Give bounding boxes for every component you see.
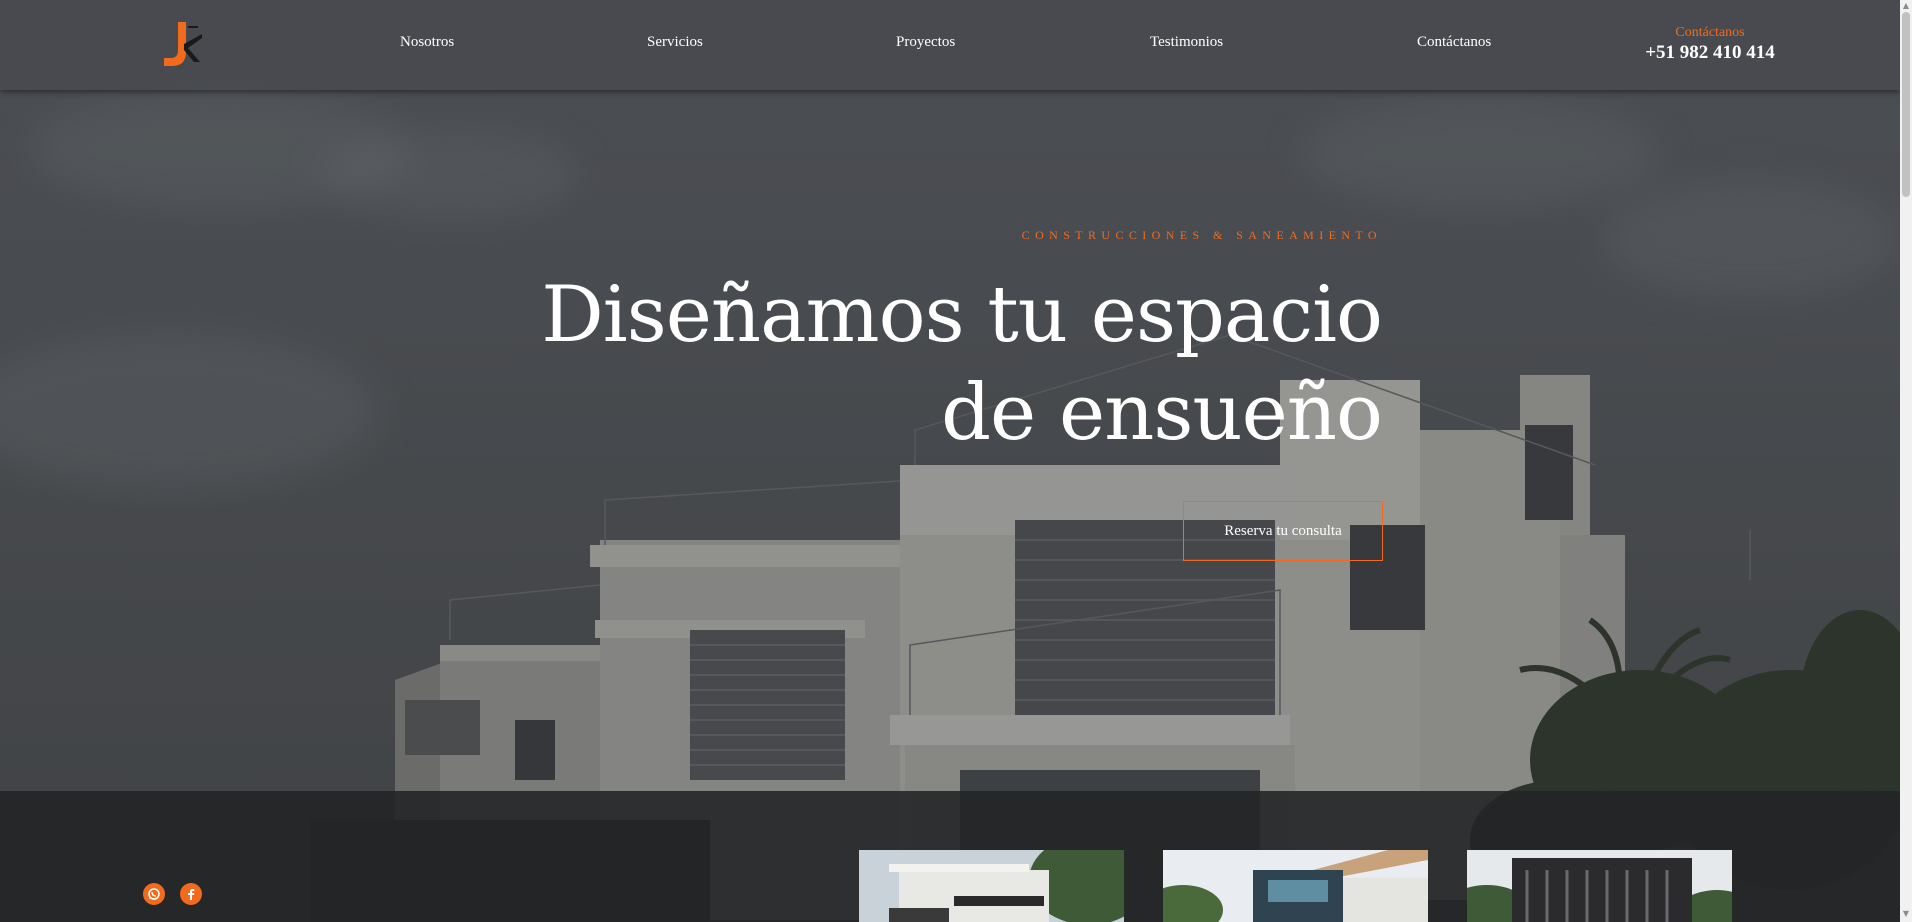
site-header: Nosotros Servicios Proyectos Testimonios… bbox=[0, 0, 1900, 90]
project-thumbnail-3[interactable] bbox=[1467, 850, 1732, 922]
hero-tagline: CONSTRUCCIONES & SANEAMIENTO bbox=[1021, 228, 1382, 242]
nav-servicios[interactable]: Servicios bbox=[647, 34, 703, 51]
headline-line-2: de ensueño bbox=[941, 368, 1383, 458]
nav-nosotros[interactable]: Nosotros bbox=[400, 34, 454, 51]
jr-logo-icon[interactable] bbox=[160, 20, 206, 68]
nav-proyectos[interactable]: Proyectos bbox=[896, 34, 955, 51]
nav-testimonios[interactable]: Testimonios bbox=[1150, 34, 1223, 51]
project-thumbnail-2[interactable] bbox=[1163, 850, 1428, 922]
nav-contactanos[interactable]: Contáctanos bbox=[1417, 34, 1491, 51]
hero-headline: Diseñamos tu espacio de ensueño bbox=[482, 266, 1383, 462]
facebook-icon[interactable] bbox=[180, 883, 202, 905]
whatsapp-icon[interactable] bbox=[143, 883, 165, 905]
book-consultation-button[interactable]: Reserva tu consulta bbox=[1183, 501, 1383, 561]
contact-phone[interactable]: +51 982 410 414 bbox=[1630, 42, 1790, 64]
headline-line-1: Diseñamos tu espacio bbox=[541, 270, 1383, 360]
scrollbar-thumb[interactable] bbox=[1902, 12, 1910, 197]
contact-label: Contáctanos bbox=[1675, 25, 1745, 40]
project-thumbnail-1[interactable] bbox=[859, 850, 1124, 922]
scroll-down-icon[interactable]: ▼ bbox=[1902, 910, 1910, 918]
scroll-up-icon[interactable]: ▲ bbox=[1902, 2, 1910, 10]
page-scrollbar[interactable]: ▲ ▼ bbox=[1900, 0, 1912, 922]
